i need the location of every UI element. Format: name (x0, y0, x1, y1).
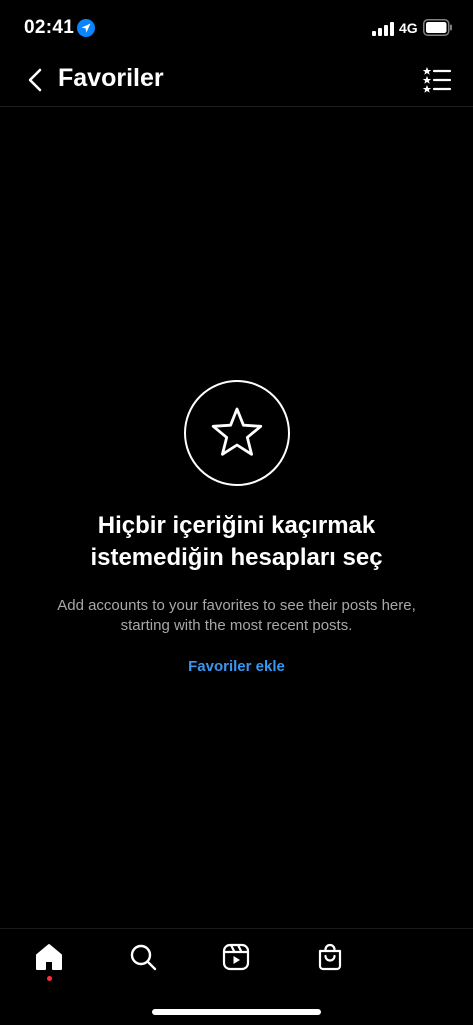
chevron-left-icon[interactable] (24, 66, 48, 94)
search-icon (130, 944, 157, 971)
tab-reels[interactable] (221, 942, 251, 972)
empty-description-line-1: Add accounts to your favorites to see th… (57, 597, 416, 614)
home-indicator (152, 1009, 321, 1015)
home-notification-dot (47, 976, 52, 981)
add-favorites-link[interactable]: Favoriler ekle (188, 658, 285, 675)
tab-home[interactable] (34, 942, 64, 972)
battery-icon (423, 19, 452, 36)
star-icon (211, 407, 262, 456)
home-icon (36, 944, 62, 970)
tab-search[interactable] (128, 942, 158, 972)
page-title: Favoriler (58, 64, 164, 92)
empty-state-heading: Hiçbir içeriğini kaçırmak istemediğin he… (27, 510, 447, 574)
tab-shop[interactable] (315, 942, 345, 972)
network-type: 4G (399, 20, 418, 36)
navigation-bar: Favoriler (0, 56, 473, 107)
favorites-empty-state: Hiçbir içeriğini kaçırmak istemediğin he… (0, 380, 473, 676)
signal-bars-icon (372, 22, 394, 36)
empty-heading-line-2: istemediğin hesapları seç (90, 544, 383, 571)
empty-state-description: Add accounts to your favorites to see th… (17, 596, 457, 636)
reels-icon (222, 943, 250, 971)
status-bar: 02:41 4G (0, 0, 473, 56)
starred-list-icon[interactable] (422, 65, 452, 95)
shop-bag-icon (318, 943, 342, 971)
star-circle (183, 380, 290, 486)
empty-description-line-2: starting with the most recent posts. (120, 617, 353, 634)
status-time: 02:41 (24, 17, 75, 38)
empty-heading-line-1: Hiçbir içeriğini kaçırmak (97, 512, 376, 539)
location-arrow-icon (77, 19, 95, 37)
